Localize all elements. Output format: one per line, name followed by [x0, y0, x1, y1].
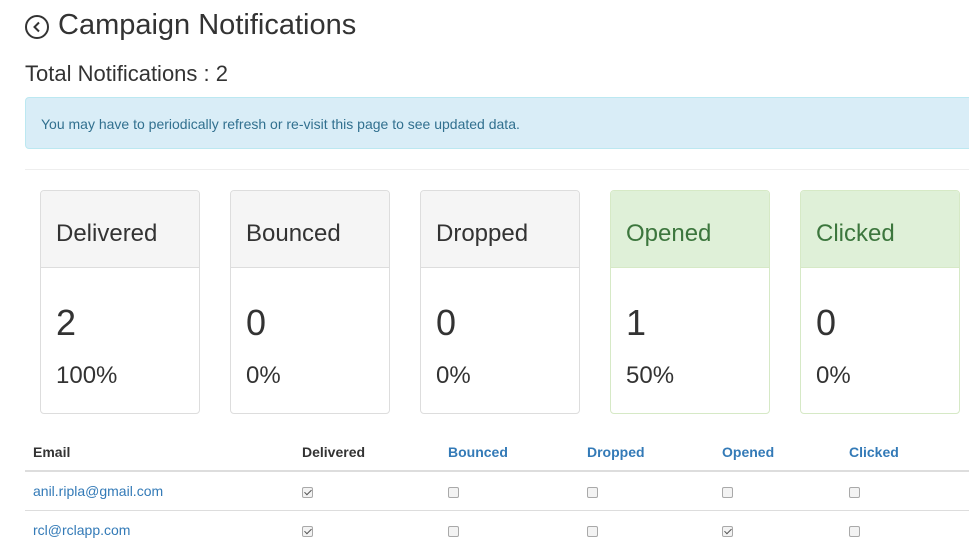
column-header-email: Email [25, 433, 294, 472]
cell-clicked [841, 470, 969, 510]
back-arrow-icon[interactable] [25, 14, 49, 39]
email-link[interactable]: anil.ripla@gmail.com [25, 470, 294, 510]
stat-card-count: 1 [626, 302, 647, 343]
column-header-clicked[interactable]: Clicked [841, 433, 969, 472]
stat-card-count: 0 [436, 302, 457, 343]
cell-bounced [440, 509, 579, 549]
stat-card-label: Delivered [41, 191, 199, 268]
cell-delivered [294, 509, 440, 549]
page-title: Campaign Notifications [58, 9, 357, 41]
stat-card-count: 0 [816, 302, 837, 343]
column-header-delivered: Delivered [294, 433, 440, 472]
cell-dropped [579, 509, 714, 549]
stat-card-count: 0 [246, 302, 267, 343]
total-notifications: Total Notifications : 2 [25, 61, 228, 86]
info-alert: You may have to periodically refresh or … [25, 97, 969, 149]
table-row: anil.ripla@gmail.com [25, 470, 969, 510]
bounced-checkbox[interactable] [448, 525, 459, 537]
stat-card-label: Dropped [421, 191, 579, 268]
column-header-bounced[interactable]: Bounced [440, 433, 579, 472]
stat-card-dropped: Dropped 0 0% [420, 190, 580, 414]
stat-card-bounced: Bounced 0 0% [230, 190, 390, 414]
stat-card-percent: 0% [816, 362, 851, 389]
opened-checkbox[interactable] [722, 486, 733, 498]
stat-card-label: Bounced [231, 191, 389, 268]
cell-dropped [579, 470, 714, 510]
table-row: rcl@rclapp.com [25, 509, 969, 549]
stat-card-label: Opened [611, 191, 769, 268]
divider [25, 169, 969, 170]
stat-card-delivered: Delivered 2 100% [40, 190, 200, 414]
stat-card-label: Clicked [801, 191, 959, 268]
stat-card-count: 2 [56, 302, 77, 343]
stat-card-percent: 0% [246, 362, 281, 389]
clicked-checkbox[interactable] [849, 525, 860, 537]
dropped-checkbox[interactable] [587, 486, 598, 498]
cell-clicked [841, 509, 969, 549]
notifications-table: Email Delivered Bounced Dropped Opened C… [25, 433, 969, 549]
cell-delivered [294, 470, 440, 510]
clicked-checkbox[interactable] [849, 486, 860, 498]
dropped-checkbox[interactable] [587, 525, 598, 537]
page-header: Campaign Notifications [25, 6, 356, 44]
stat-card-percent: 100% [56, 362, 118, 389]
cell-opened [714, 509, 841, 549]
opened-checkbox[interactable] [722, 525, 733, 537]
stat-card-percent: 50% [626, 362, 675, 389]
bounced-checkbox[interactable] [448, 486, 459, 498]
email-link[interactable]: rcl@rclapp.com [25, 509, 294, 549]
column-header-opened[interactable]: Opened [714, 433, 841, 472]
table-body: anil.ripla@gmail.com rcl@rclapp.com [25, 470, 969, 549]
table-header-row: Email Delivered Bounced Dropped Opened C… [25, 433, 969, 472]
stat-card-clicked: Clicked 0 0% [800, 190, 960, 414]
delivered-checkbox[interactable] [302, 525, 313, 537]
stat-card-opened: Opened 1 50% [610, 190, 770, 414]
cell-bounced [440, 470, 579, 510]
column-header-dropped[interactable]: Dropped [579, 433, 714, 472]
stat-card-percent: 0% [436, 362, 471, 389]
delivered-checkbox[interactable] [302, 486, 313, 498]
cell-opened [714, 470, 841, 510]
